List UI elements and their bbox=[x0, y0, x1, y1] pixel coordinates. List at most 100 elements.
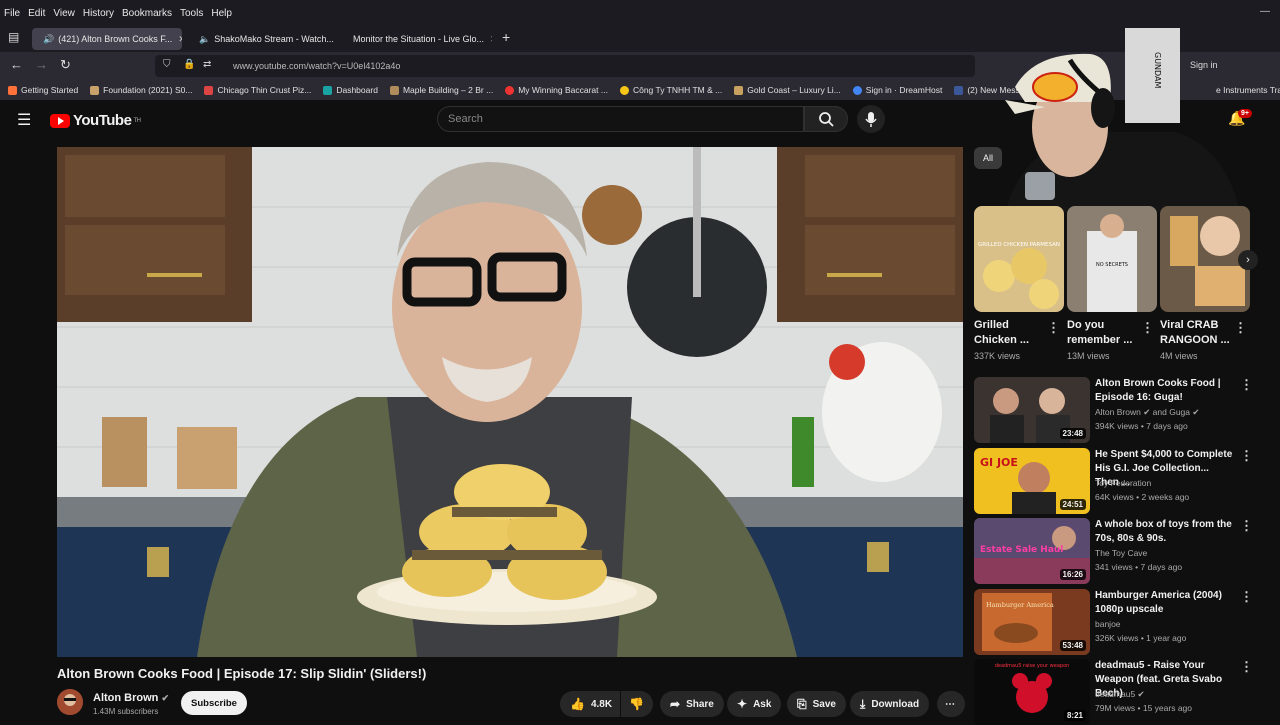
channel-name[interactable]: Alton Brown ✔ and Guga ✔ bbox=[1095, 407, 1200, 418]
short-title[interactable]: Grilled Chicken ... bbox=[974, 318, 1050, 348]
channel-avatar[interactable] bbox=[57, 689, 83, 715]
voice-search-button[interactable] bbox=[857, 105, 885, 133]
short-thumbnail[interactable]: NO SECRETS bbox=[1067, 206, 1157, 312]
recommended-video[interactable]: GI JOE 24:51 He Spent $4,000 to Complete… bbox=[974, 448, 1274, 514]
like-button[interactable]: 👍 4.8K bbox=[560, 691, 620, 717]
video-title[interactable]: A whole box of toys from the 70s, 80s & … bbox=[1095, 518, 1235, 546]
menu-view[interactable]: View bbox=[53, 8, 75, 19]
download-button[interactable]: ⤓ Download bbox=[850, 691, 930, 717]
bookmark-favicon-icon bbox=[954, 85, 964, 95]
filter-chip-all[interactable]: All bbox=[974, 147, 1002, 169]
save-button[interactable]: ⎘ Save bbox=[787, 691, 846, 717]
recommended-video[interactable]: Hamburger America 53:48 Hamburger Americ… bbox=[974, 589, 1274, 655]
more-options-icon[interactable]: ⋮ bbox=[1047, 320, 1060, 336]
recommended-video[interactable]: Estate Sale Haul 16:26 A whole box of to… bbox=[974, 518, 1274, 584]
bookmark-favicon-icon bbox=[734, 85, 744, 95]
tab-monitor[interactable]: Monitor the Situation - Live Glo... ✕ bbox=[342, 28, 492, 50]
short-views: 4M views bbox=[1160, 351, 1198, 361]
permissions-icon[interactable]: ⇄ bbox=[203, 59, 211, 70]
bookmark-favicon-icon bbox=[619, 85, 629, 95]
more-options-icon[interactable]: ⋮ bbox=[1234, 320, 1247, 336]
hamburger-menu-icon[interactable]: ☰ bbox=[17, 110, 31, 130]
video-player[interactable] bbox=[57, 147, 963, 657]
tab-kick-stream[interactable]: 🔈 ShakoMako Stream - Watch... ✕ bbox=[188, 28, 336, 50]
short-title[interactable]: Do you remember ... bbox=[1067, 318, 1143, 348]
back-icon[interactable]: ← bbox=[10, 57, 23, 72]
close-tab-icon[interactable]: ✕ bbox=[178, 34, 182, 45]
shorts-next-chevron-icon[interactable]: › bbox=[1238, 250, 1258, 270]
video-thumbnail[interactable]: deadmau5 raise your weapon 8:21 bbox=[974, 659, 1090, 725]
short-thumbnail[interactable] bbox=[1160, 206, 1250, 312]
channel-name[interactable]: banjoe bbox=[1095, 619, 1121, 629]
new-tab-icon[interactable]: + bbox=[502, 29, 510, 45]
bookmark-label: Công Ty TNHH TM & ... bbox=[632, 85, 723, 95]
video-thumbnail[interactable]: 23:48 bbox=[974, 377, 1090, 443]
video-title[interactable]: Alton Brown Cooks Food | Episode 16: Gug… bbox=[1095, 377, 1235, 405]
bookmark-item[interactable]: Getting Started bbox=[8, 85, 78, 95]
tab-list-icon[interactable]: ▤ bbox=[8, 30, 19, 44]
channel-name[interactable]: deadmau5 ✔ bbox=[1095, 689, 1145, 700]
url-field[interactable]: ⛉ 🔒 ⇄ www.youtube.com/watch?v=U0el4102a4… bbox=[155, 55, 975, 77]
video-title[interactable]: Hamburger America (2004) 1080p upscale bbox=[1095, 589, 1235, 617]
shield-icon[interactable]: ⛉ bbox=[163, 59, 171, 70]
search-button[interactable] bbox=[804, 106, 848, 132]
more-options-icon[interactable]: ⋮ bbox=[1240, 377, 1253, 393]
bookmark-item[interactable]: Công Ty TNHH TM & ... bbox=[619, 85, 723, 95]
lock-icon[interactable]: 🔒 bbox=[183, 59, 195, 70]
short-title[interactable]: Viral CRAB RANGOON ... bbox=[1160, 318, 1236, 348]
bookmark-item[interactable]: Maple Building – 2 Br ... bbox=[389, 85, 494, 95]
recommended-video[interactable]: 23:48 Alton Brown Cooks Food | Episode 1… bbox=[974, 377, 1274, 443]
more-options-icon[interactable]: ⋮ bbox=[1240, 589, 1253, 605]
more-options-icon[interactable]: ⋮ bbox=[1141, 320, 1154, 336]
bookmark-item[interactable]: Dashboard bbox=[323, 85, 378, 95]
video-duration: 8:21 bbox=[1063, 710, 1086, 721]
forward-icon[interactable]: → bbox=[35, 57, 48, 72]
save-label: Save bbox=[812, 698, 836, 710]
reload-icon[interactable]: ↻ bbox=[60, 57, 71, 73]
thumbs-down-icon: 👎 bbox=[629, 697, 644, 711]
channel-name[interactable]: The Toy Cave bbox=[1095, 548, 1147, 558]
subscribe-button[interactable]: Subscribe bbox=[181, 691, 247, 715]
menu-history[interactable]: History bbox=[83, 8, 114, 19]
youtube-play-icon bbox=[50, 113, 70, 128]
bookmark-label: Maple Building – 2 Br ... bbox=[402, 85, 494, 95]
menu-tools[interactable]: Tools bbox=[180, 8, 203, 19]
video-thumbnail[interactable]: GI JOE 24:51 bbox=[974, 448, 1090, 514]
dislike-button[interactable]: 👎 bbox=[621, 691, 653, 717]
recommended-video[interactable]: deadmau5 raise your weapon 8:21 deadmau5… bbox=[974, 659, 1274, 725]
channel-name[interactable]: Alton Brown ✔ bbox=[93, 692, 169, 704]
short-thumbnail[interactable]: GRILLED CHICKEN PARMESAN bbox=[974, 206, 1064, 312]
bookmark-item[interactable]: Gold Coast – Luxury Li... bbox=[734, 85, 841, 95]
bookmark-item[interactable]: Chicago Thin Crust Piz... bbox=[204, 85, 311, 95]
bookmark-item[interactable]: My Winning Baccarat ... bbox=[505, 85, 608, 95]
ask-label: Ask bbox=[753, 698, 772, 710]
menu-edit[interactable]: Edit bbox=[28, 8, 45, 19]
more-options-icon[interactable]: ⋮ bbox=[1240, 659, 1253, 675]
firefox-icon bbox=[8, 85, 17, 95]
menu-file[interactable]: File bbox=[4, 8, 20, 19]
ask-button[interactable]: ✦ Ask bbox=[727, 691, 782, 717]
minimize-icon[interactable]: — bbox=[1260, 6, 1270, 17]
shirt-text: GUNDAM bbox=[1153, 52, 1162, 89]
menu-help[interactable]: Help bbox=[211, 8, 232, 19]
youtube-logo[interactable]: YouTube TH bbox=[50, 112, 141, 129]
share-button[interactable]: ➦ Share bbox=[660, 691, 724, 717]
search-input[interactable]: Search bbox=[437, 106, 804, 132]
bookmark-item[interactable]: Foundation (2021) S0... bbox=[90, 85, 192, 95]
video-meta: 79M views • 15 years ago bbox=[1095, 703, 1192, 713]
close-tab-icon[interactable]: ✕ bbox=[490, 34, 492, 45]
more-actions-button[interactable]: ⋯ bbox=[937, 691, 965, 717]
video-thumbnail[interactable]: Estate Sale Haul 16:26 bbox=[974, 518, 1090, 584]
more-options-icon[interactable]: ⋮ bbox=[1240, 518, 1253, 534]
tab-youtube[interactable]: 🔊 (421) Alton Brown Cooks F... ✕ bbox=[32, 28, 182, 50]
more-options-icon[interactable]: ⋮ bbox=[1240, 448, 1253, 464]
short-thumbnail-image: GRILLED CHICKEN PARMESAN bbox=[974, 206, 1064, 312]
video-thumbnail[interactable]: Hamburger America 53:48 bbox=[974, 589, 1090, 655]
thumbnail-text: deadmau5 raise your weapon bbox=[995, 663, 1070, 669]
menu-bookmarks[interactable]: Bookmarks bbox=[122, 8, 172, 19]
search-placeholder: Search bbox=[448, 113, 483, 125]
like-count: 4.8K bbox=[590, 698, 613, 710]
bookmark-item[interactable]: Sign in · DreamHost bbox=[852, 85, 942, 95]
channel-name[interactable]: Toy Federation bbox=[1095, 478, 1151, 488]
video-frame-illustration bbox=[57, 147, 963, 657]
